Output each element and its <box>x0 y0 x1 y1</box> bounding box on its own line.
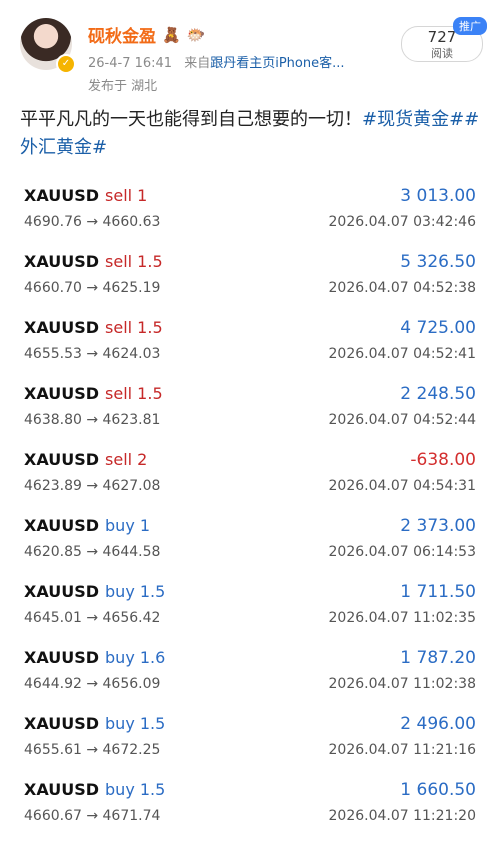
trade-action: sell 1.5 <box>105 384 163 403</box>
trade-symbol: XAUUSD sell 2 <box>24 450 148 469</box>
trade-symbol: XAUUSD buy 1.6 <box>24 648 166 667</box>
promo-badge: 推广 <box>453 17 487 35</box>
trade-symbol: XAUUSD buy 1.5 <box>24 780 166 799</box>
trade-action: buy 1.6 <box>105 648 166 667</box>
trade-profit: 1 787.20 <box>400 648 476 668</box>
trade-row: XAUUSD buy 1.5 2 496.00 4655.61 → 4672.25… <box>0 704 500 770</box>
trade-action: buy 1 <box>105 516 151 535</box>
trade-time: 2026.04.07 11:02:35 <box>328 610 477 626</box>
trade-symbol: XAUUSD sell 1.5 <box>24 318 163 337</box>
trade-time: 2026.04.07 06:14:53 <box>328 544 477 560</box>
trade-prices: 4645.01 → 4656.42 <box>24 610 161 626</box>
trade-symbol: XAUUSD buy 1 <box>24 516 151 535</box>
trade-symbol: XAUUSD sell 1.5 <box>24 384 163 403</box>
trade-prices: 4620.85 → 4644.58 <box>24 544 161 560</box>
author-row: 砚秋金盈 🧸 🐡 <box>88 22 206 48</box>
trade-list: XAUUSD sell 1 3 013.00 4690.76 → 4660.63 … <box>0 176 500 836</box>
post-header: ✓ 砚秋金盈 🧸 🐡 26-4-7 16:41 来自跟丹看主页iPhone客..… <box>0 0 500 100</box>
trade-prices: 4660.70 → 4625.19 <box>24 280 161 296</box>
trade-action: sell 1.5 <box>105 318 163 337</box>
bear-emoji-icon: 🧸 <box>162 25 181 44</box>
trade-symbol: XAUUSD buy 1.5 <box>24 714 166 733</box>
trade-row: XAUUSD sell 1 3 013.00 4690.76 → 4660.63 … <box>0 176 500 242</box>
post-source[interactable]: 跟丹看主页iPhone客... <box>210 56 344 71</box>
trade-prices: 4660.67 → 4671.74 <box>24 808 161 824</box>
trade-row: XAUUSD buy 1.6 1 787.20 4644.92 → 4656.09… <box>0 638 500 704</box>
trade-action: sell 1.5 <box>105 252 163 271</box>
trade-row: XAUUSD buy 1.5 1 711.50 4645.01 → 4656.42… <box>0 572 500 638</box>
trade-profit: -638.00 <box>410 450 476 470</box>
username[interactable]: 砚秋金盈 <box>88 22 156 47</box>
trade-row: XAUUSD sell 1.5 2 248.50 4638.80 → 4623.8… <box>0 374 500 440</box>
trade-time: 2026.04.07 04:52:41 <box>328 346 477 362</box>
post-meta: 26-4-7 16:41 来自跟丹看主页iPhone客... <box>88 52 345 71</box>
trade-profit: 4 725.00 <box>400 318 476 338</box>
trade-time: 2026.04.07 11:02:38 <box>328 676 477 692</box>
trade-symbol: XAUUSD sell 1.5 <box>24 252 163 271</box>
trade-action: sell 1 <box>105 186 148 205</box>
verified-badge-icon: ✓ <box>56 54 76 74</box>
trade-row: XAUUSD sell 1.5 4 725.00 4655.53 → 4624.0… <box>0 308 500 374</box>
trade-time: 2026.04.07 03:42:46 <box>328 214 477 230</box>
trade-prices: 4690.76 → 4660.63 <box>24 214 161 230</box>
trade-time: 2026.04.07 11:21:16 <box>328 742 477 758</box>
trade-profit: 1 711.50 <box>400 582 476 602</box>
trade-time: 2026.04.07 11:21:20 <box>328 808 477 824</box>
trade-profit: 2 248.50 <box>400 384 476 404</box>
trade-row: XAUUSD sell 1.5 5 326.50 4660.70 → 4625.1… <box>0 242 500 308</box>
trade-prices: 4638.80 → 4623.81 <box>24 412 161 428</box>
trade-time: 2026.04.07 04:54:31 <box>328 478 477 494</box>
trade-action: buy 1.5 <box>105 714 166 733</box>
trade-symbol: XAUUSD sell 1 <box>24 186 148 205</box>
trade-profit: 5 326.50 <box>400 252 476 272</box>
trade-action: buy 1.5 <box>105 780 166 799</box>
trade-profit: 2 496.00 <box>400 714 476 734</box>
trade-time: 2026.04.07 04:52:44 <box>328 412 477 428</box>
read-label: 阅读 <box>431 47 453 60</box>
trade-prices: 4655.61 → 4672.25 <box>24 742 161 758</box>
post-body: 平平凡凡的一天也能得到自己想要的一切！#现货黄金##外汇黄金# <box>20 106 482 162</box>
trade-action: buy 1.5 <box>105 582 166 601</box>
trade-prices: 4623.89 → 4627.08 <box>24 478 161 494</box>
trade-row: XAUUSD sell 2 -638.00 4623.89 → 4627.08 2… <box>0 440 500 506</box>
trade-action: sell 2 <box>105 450 148 469</box>
post-location: 发布于 湖北 <box>88 79 158 94</box>
trade-profit: 2 373.00 <box>400 516 476 536</box>
trade-time: 2026.04.07 04:52:38 <box>328 280 477 296</box>
trade-profit: 3 013.00 <box>400 186 476 206</box>
trade-profit: 1 660.50 <box>400 780 476 800</box>
trade-row: XAUUSD buy 1 2 373.00 4620.85 → 4644.58 2… <box>0 506 500 572</box>
source-prefix: 来自 <box>184 56 211 71</box>
post-time: 26-4-7 16:41 <box>88 56 173 71</box>
fish-emoji-icon: 🐡 <box>186 25 206 44</box>
trade-prices: 4644.92 → 4656.09 <box>24 676 161 692</box>
post-text: 平平凡凡的一天也能得到自己想要的一切！ <box>20 109 362 130</box>
trade-row: XAUUSD buy 1.5 1 660.50 4660.67 → 4671.74… <box>0 770 500 836</box>
trade-symbol: XAUUSD buy 1.5 <box>24 582 166 601</box>
trade-prices: 4655.53 → 4624.03 <box>24 346 161 362</box>
